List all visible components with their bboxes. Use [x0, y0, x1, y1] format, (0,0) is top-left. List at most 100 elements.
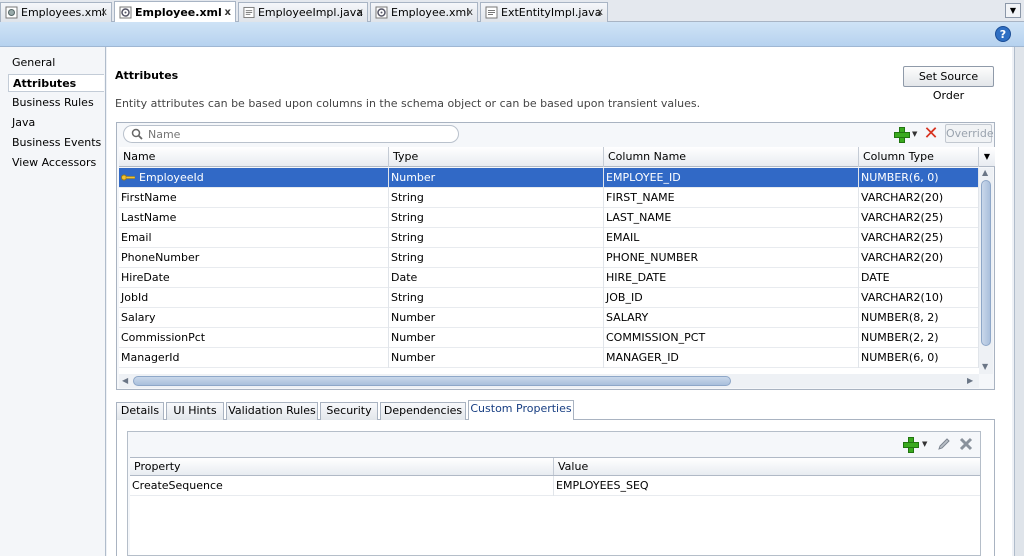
horizontal-scrollbar[interactable]: ◀ ▶	[119, 374, 979, 388]
search-input[interactable]	[148, 127, 448, 141]
add-property-icon[interactable]	[903, 437, 919, 453]
tab-dependencies[interactable]: Dependencies	[380, 402, 466, 420]
table-row[interactable]: FirstName String FIRST_NAME VARCHAR2(20)	[119, 188, 979, 208]
tab-security[interactable]: Security	[320, 402, 378, 420]
cell-column-name: EMPLOYEE_ID	[604, 168, 859, 188]
table-row[interactable]: ManagerId Number MANAGER_ID NUMBER(6, 0)	[119, 348, 979, 368]
scroll-thumb[interactable]	[133, 376, 731, 386]
column-header-type[interactable]: Type	[389, 147, 604, 167]
entity-file-icon	[375, 6, 388, 19]
nav-item-attributes[interactable]: Attributes	[8, 74, 104, 92]
close-icon[interactable]: x	[101, 7, 107, 18]
cell-name: FirstName	[119, 188, 389, 208]
cell-column-type: NUMBER(8, 2)	[859, 308, 979, 328]
cell-column-type: NUMBER(2, 2)	[859, 328, 979, 348]
tab-label: Employee.xml	[391, 6, 470, 19]
table-row[interactable]: JobId String JOB_ID VARCHAR2(10)	[119, 288, 979, 308]
column-header-property[interactable]: Property	[130, 458, 554, 475]
cell-column-name: JOB_ID	[604, 288, 859, 308]
cell-type: Date	[389, 268, 604, 288]
nav-item-business-rules[interactable]: Business Rules	[8, 94, 104, 112]
scroll-right-icon[interactable]: ▶	[967, 376, 973, 385]
close-icon[interactable]: x	[597, 7, 603, 18]
add-dropdown-icon[interactable]: ▼	[912, 130, 917, 138]
attribute-detail-tabs: Details UI Hints Validation Rules Securi…	[116, 400, 995, 421]
attributes-table-body: EmployeeId Number EMPLOYEE_ID NUMBER(6, …	[119, 168, 979, 374]
column-header-column-name[interactable]: Column Name	[604, 147, 859, 167]
nav-item-view-accessors[interactable]: View Accessors	[8, 154, 104, 172]
tab-ui-hints[interactable]: UI Hints	[166, 402, 224, 420]
cell-type: String	[389, 208, 604, 228]
vertical-scrollbar[interactable]: ▲ ▼	[979, 168, 993, 374]
column-menu-icon[interactable]: ▼	[979, 147, 995, 167]
table-row[interactable]: LastName String LAST_NAME VARCHAR2(25)	[119, 208, 979, 228]
tab-list-dropdown-icon[interactable]: ▼	[1005, 3, 1021, 18]
table-row[interactable]: CommissionPct Number COMMISSION_PCT NUMB…	[119, 328, 979, 348]
cell-column-name: PHONE_NUMBER	[604, 248, 859, 268]
column-header-value[interactable]: Value	[554, 458, 980, 475]
cell-column-name: SALARY	[604, 308, 859, 328]
search-icon	[131, 128, 143, 140]
key-icon	[121, 174, 135, 181]
page-description: Entity attributes can be based upon colu…	[115, 97, 701, 110]
editor-tab-employee-xml-2[interactable]: Employee.xml x	[370, 2, 478, 22]
cell-column-type: VARCHAR2(25)	[859, 228, 979, 248]
custom-properties-panel: ▼ Property Value CreateSequence EMPLOYEE…	[116, 420, 995, 556]
cell-type: Number	[389, 168, 604, 188]
delete-icon[interactable]: ✕	[923, 125, 939, 143]
cell-column-type: DATE	[859, 268, 979, 288]
cell-type: Number	[389, 348, 604, 368]
java-file-icon	[485, 6, 498, 19]
editor-tab-employees-xml[interactable]: Employees.xml x	[0, 2, 112, 22]
nav-item-java[interactable]: Java	[8, 114, 104, 132]
delete-property-icon[interactable]	[958, 436, 974, 452]
overview-nav: General Attributes Business Rules Java B…	[0, 47, 106, 556]
tab-label: EmployeeImpl.java	[257, 6, 363, 19]
cell-type: String	[389, 188, 604, 208]
column-header-column-type[interactable]: Column Type	[859, 147, 979, 167]
search-field[interactable]	[123, 125, 459, 143]
table-row[interactable]: HireDate Date HIRE_DATE DATE	[119, 268, 979, 288]
close-icon[interactable]: x	[357, 7, 363, 18]
scroll-thumb[interactable]	[981, 180, 991, 346]
table-row[interactable]: PhoneNumber String PHONE_NUMBER VARCHAR2…	[119, 248, 979, 268]
tab-details[interactable]: Details	[116, 402, 164, 420]
scroll-up-icon[interactable]: ▲	[982, 168, 988, 177]
table-row[interactable]: EmployeeId Number EMPLOYEE_ID NUMBER(6, …	[119, 168, 979, 188]
scroll-left-icon[interactable]: ◀	[122, 376, 128, 385]
nav-item-general[interactable]: General	[8, 54, 104, 72]
cell-column-name: HIRE_DATE	[604, 268, 859, 288]
editor-tab-employeeimpl-java[interactable]: EmployeeImpl.java x	[238, 2, 368, 22]
help-icon[interactable]: ?	[995, 26, 1011, 42]
tab-label: ExtEntityImpl.java	[501, 6, 602, 19]
set-source-order-button[interactable]: Set Source Order	[903, 66, 994, 102]
nav-item-business-events[interactable]: Business Events	[8, 134, 104, 152]
cell-value: EMPLOYEES_SEQ	[556, 479, 649, 492]
override-button[interactable]: Override	[945, 124, 994, 143]
close-icon[interactable]: x	[467, 7, 473, 18]
cell-name: LastName	[119, 208, 389, 228]
close-icon[interactable]: x	[225, 7, 231, 18]
cell-column-type: VARCHAR2(10)	[859, 288, 979, 308]
cell-column-name: FIRST_NAME	[604, 188, 859, 208]
editor-tab-extentityimpl-java[interactable]: ExtEntityImpl.java x	[480, 2, 608, 22]
cell-column-name: EMAIL	[604, 228, 859, 248]
tab-validation-rules[interactable]: Validation Rules	[226, 402, 318, 420]
cell-column-type: NUMBER(6, 0)	[859, 168, 979, 188]
table-row[interactable]: Email String EMAIL VARCHAR2(25)	[119, 228, 979, 248]
java-file-icon	[243, 6, 255, 19]
attributes-page: Attributes Set Source Order Entity attri…	[107, 47, 1012, 556]
scroll-down-icon[interactable]: ▼	[982, 362, 988, 371]
edit-pencil-icon[interactable]	[936, 436, 952, 452]
cell-name: JobId	[119, 288, 389, 308]
tab-custom-properties[interactable]: Custom Properties	[468, 400, 574, 421]
table-row[interactable]: Salary Number SALARY NUMBER(8, 2)	[119, 308, 979, 328]
cell-property: CreateSequence	[130, 476, 554, 496]
table-row[interactable]: CreateSequence EMPLOYEES_SEQ	[130, 476, 980, 496]
cell-name: HireDate	[119, 268, 389, 288]
add-dropdown-icon[interactable]: ▼	[922, 440, 927, 448]
cell-column-name: COMMISSION_PCT	[604, 328, 859, 348]
editor-tab-employee-xml-active[interactable]: Employee.xml x	[114, 1, 236, 23]
add-attribute-icon[interactable]	[894, 127, 910, 143]
column-header-name[interactable]: Name	[119, 147, 389, 167]
